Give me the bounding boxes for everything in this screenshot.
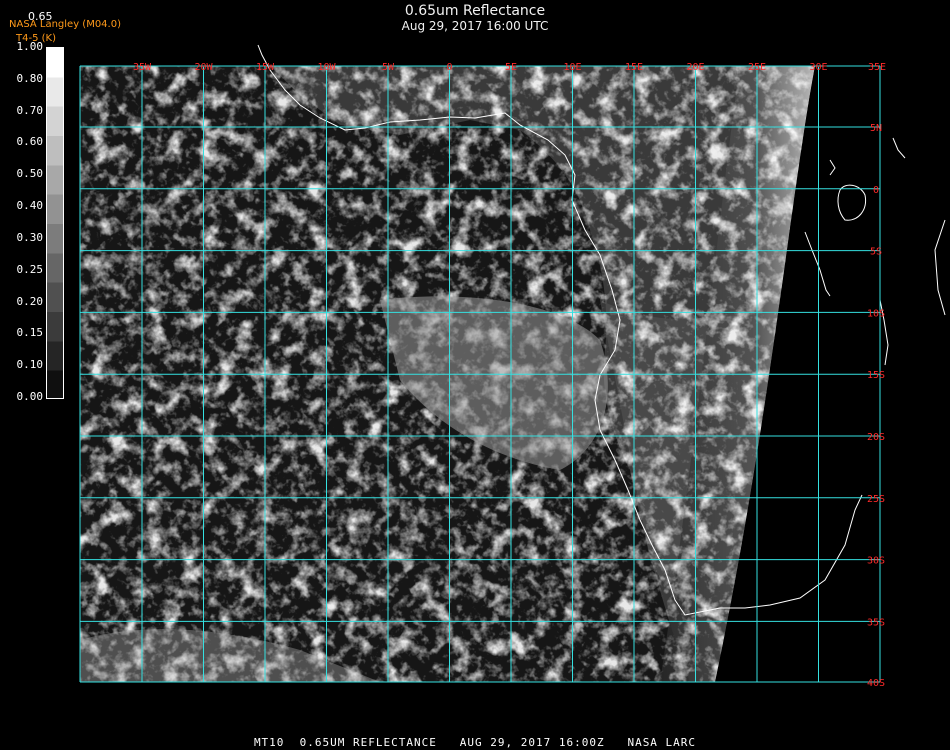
longitude-label: 15W — [256, 62, 275, 73]
colorbar-label: 1.00 — [16, 40, 44, 53]
colorbar-label: 0.10 — [16, 358, 44, 372]
lake-victoria-outline — [837, 184, 867, 221]
image-timestamp: Aug 29, 2017 16:00 UTC — [401, 19, 549, 33]
organization-label: NASA Langley (M04.0) — [9, 19, 121, 30]
latitude-label: 10S — [867, 308, 885, 319]
latitude-label: 5S — [870, 247, 882, 258]
latitude-label: 35S — [867, 617, 885, 628]
longitude-label: 15E — [625, 62, 643, 73]
colorbar-label: 0.00 — [16, 390, 44, 403]
latitude-label: 0 — [873, 185, 879, 196]
colorbar-label: 0.70 — [16, 103, 44, 117]
satellite-map: 35W 20W 15W 10W 5W 0 5E 10E 15E 20E 25E 30E 35E 5N05… — [79, 44, 946, 689]
colorbar-label: 0.25 — [16, 262, 44, 276]
colorbar-label: 0.60 — [16, 135, 44, 149]
image-title: 0.65um Reflectance — [404, 3, 546, 19]
longitude-label: 5W — [382, 62, 395, 73]
longitude-label: 20E — [686, 62, 704, 73]
longitude-label: 30E — [809, 62, 827, 73]
latitude-labels: 5N 0 5S 10S 15S 20S 25S 30S 35S 40S — [867, 123, 885, 689]
footer-caption: MT10 0.65UM REFLECTANCE AUG 29, 2017 16:… — [253, 736, 697, 749]
longitude-label: 10E — [563, 62, 581, 73]
lake-tanganyika-outline — [804, 231, 831, 297]
longitude-label: 20W — [194, 62, 213, 73]
latitude-label: 20S — [867, 432, 885, 443]
longitude-label: 35W — [133, 62, 152, 73]
latitude-label: 40S — [867, 678, 885, 689]
latitude-label: 15S — [867, 370, 885, 381]
reflectance-colorbar — [46, 47, 64, 399]
colorbar-label: 0.80 — [16, 71, 44, 85]
colorbar-label: 0.40 — [16, 199, 44, 213]
colorbar-label: 0.50 — [16, 167, 44, 181]
latitude-label: 25S — [867, 494, 885, 505]
colorbar-label: 0.30 — [16, 230, 44, 244]
longitude-label: 0 — [446, 62, 452, 73]
longitude-label: 5E — [505, 62, 517, 73]
longitude-label: 25E — [748, 62, 766, 73]
longitude-label: 10W — [317, 62, 336, 73]
latitude-label: 30S — [867, 556, 885, 567]
east-coast — [934, 219, 946, 316]
longitude-label: 35E — [868, 62, 886, 73]
latitude-label: 5N — [870, 123, 882, 134]
colorbar-label: 0.20 — [16, 294, 44, 308]
colorbar-label: 0.15 — [16, 326, 44, 340]
